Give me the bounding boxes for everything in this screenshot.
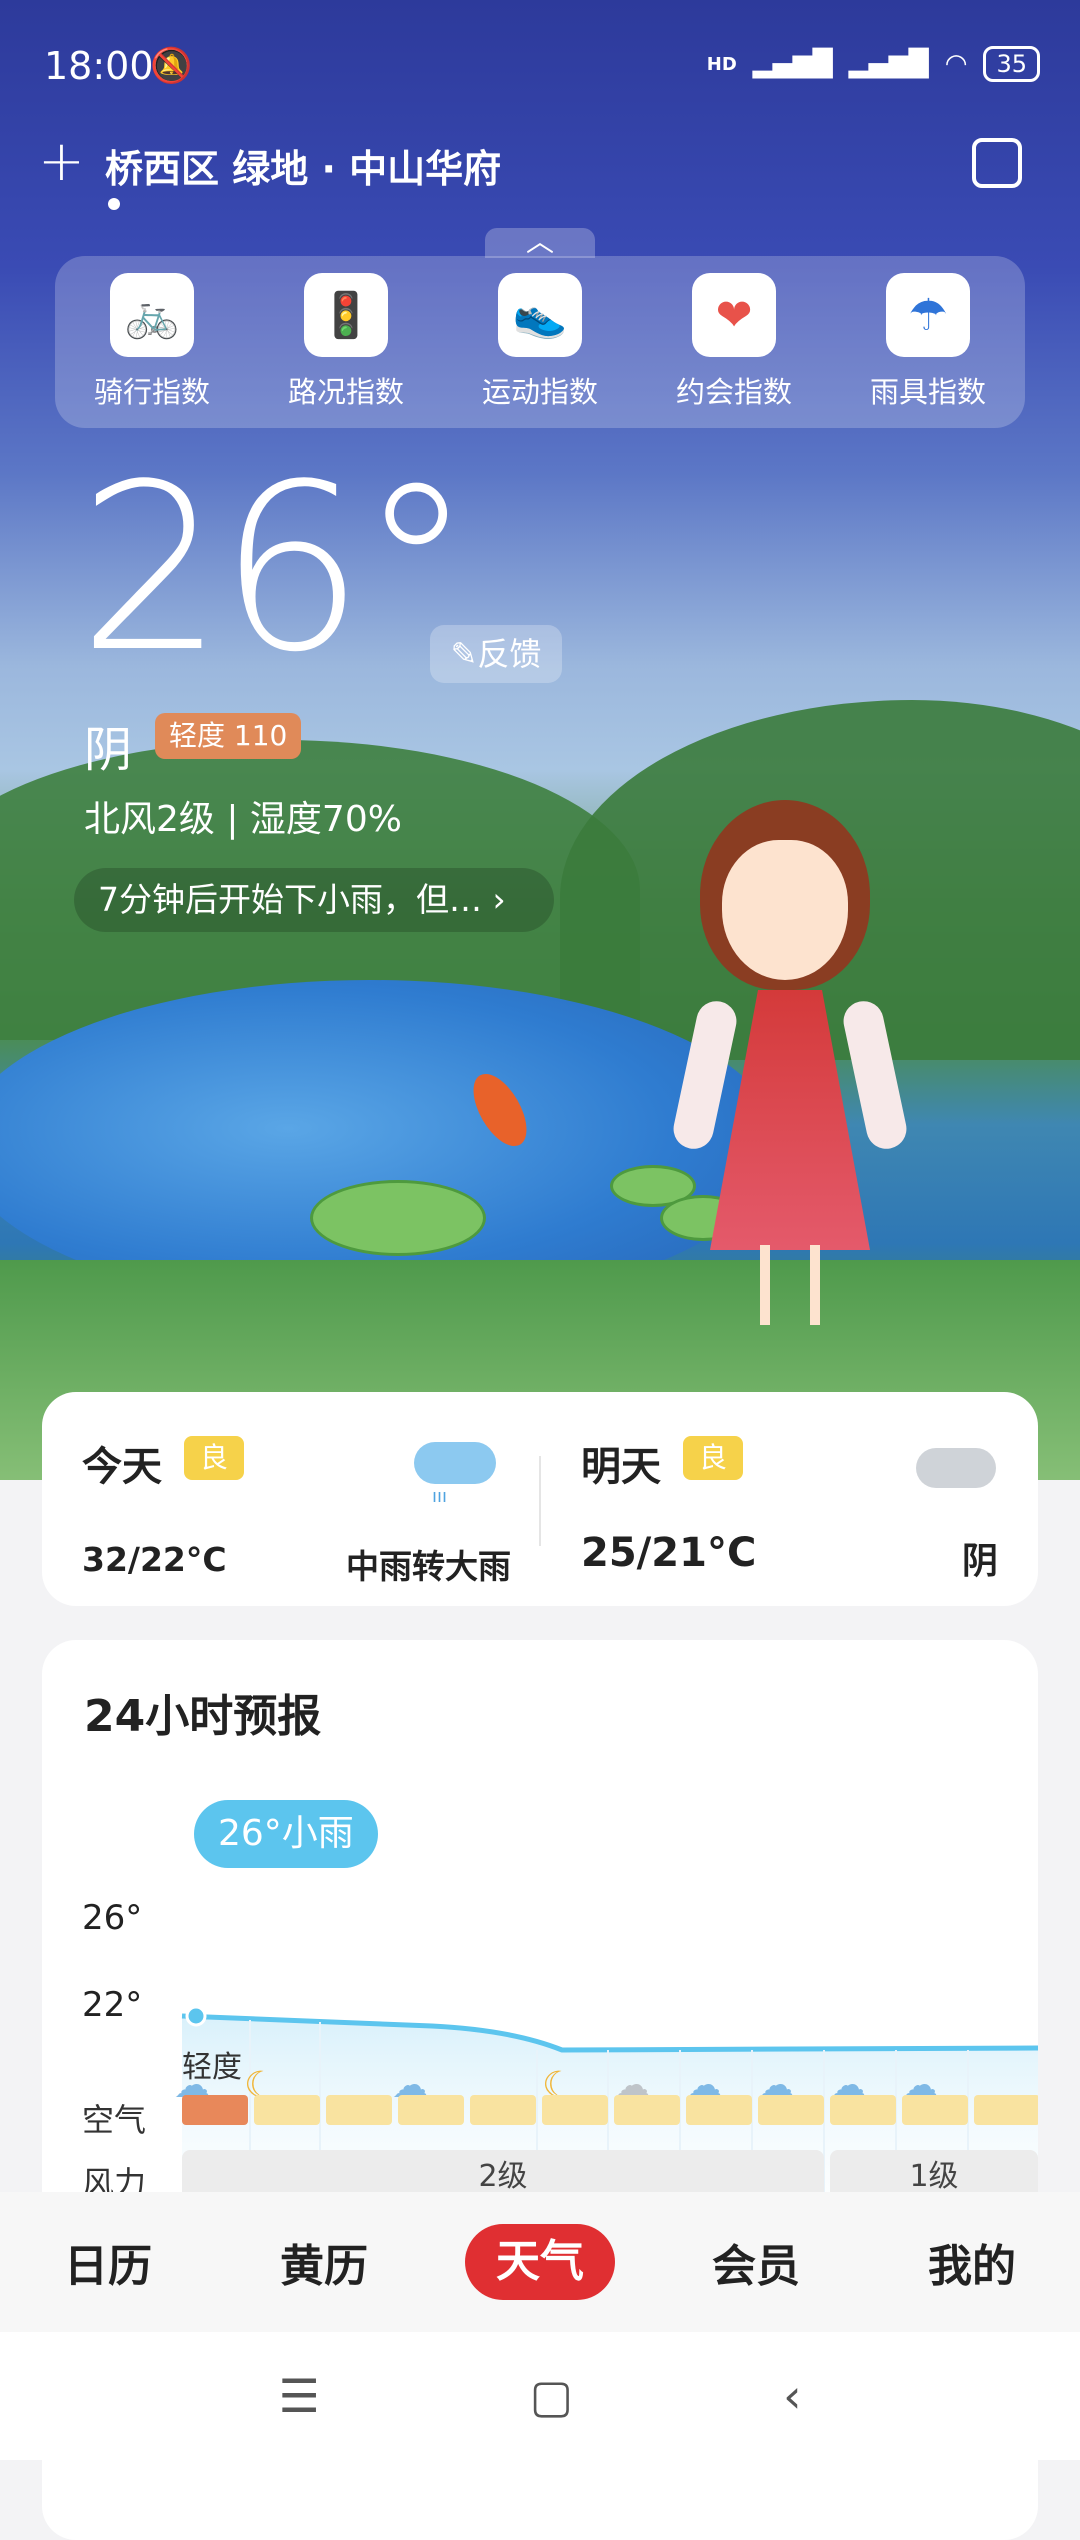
index-item-cycling[interactable]: 🚲 骑行指数 (67, 273, 237, 411)
mute-bell-icon: 🔕 (150, 46, 193, 86)
nav-weather[interactable]: 天气 (465, 2224, 615, 2300)
status-time: 18:00 (44, 44, 154, 88)
rain-alert-banner[interactable]: 7分钟后开始下小雨，但… › (74, 868, 554, 932)
nav-almanac[interactable]: 黄历 (249, 2230, 399, 2294)
menu-icon[interactable]: ☰ (278, 2369, 319, 2423)
current-hour-bubble: 26°小雨 (194, 1800, 378, 1868)
aqi-cell (182, 2095, 248, 2125)
back-icon[interactable]: ‹ (783, 2369, 801, 2423)
running-shoe-icon: 👟 (498, 273, 582, 357)
header: + 桥西区 绿地 · 中山华府 (0, 130, 1080, 220)
character-legs (760, 1245, 820, 1325)
aqi-cell (974, 2095, 1038, 2125)
index-item-date[interactable]: ❤ 约会指数 (649, 273, 819, 411)
current-condition: 阴 (84, 722, 133, 778)
today-label: 今天 (82, 1444, 162, 1490)
hd-label: HD (706, 53, 737, 75)
current-temperature: 26° (78, 436, 474, 703)
status-icons: HD ▂▄▆█ ▂▄▆█ ◠ 35 (707, 46, 1040, 82)
wifi-icon: ◠ (944, 49, 968, 79)
bottom-navigation: 日历 黄历 天气 会员 我的 (0, 2192, 1080, 2332)
aqi-cell (686, 2095, 752, 2125)
tomorrow-temp: 25/21°C (581, 1530, 757, 1576)
aqi-cell (398, 2095, 464, 2125)
aqi-badge[interactable]: 轻度 110 (155, 713, 302, 759)
aqi-cell (542, 2095, 608, 2125)
share-icon[interactable] (972, 138, 1022, 188)
wind-humidity: 北风2级 | 湿度70% (84, 799, 402, 840)
index-item-sport[interactable]: 👟 运动指数 (455, 273, 625, 411)
cloud-icon (916, 1442, 996, 1492)
aqi-cell (326, 2095, 392, 2125)
battery-icon: 35 (983, 46, 1040, 82)
index-label: 约会指数 (675, 375, 792, 409)
index-label: 路况指数 (287, 375, 404, 409)
aqi-cell (254, 2095, 320, 2125)
add-city-button[interactable]: + (38, 132, 85, 192)
today-temp: 32/22°C (82, 1540, 227, 1579)
life-index-panel: 🚲 骑行指数 🚦 路况指数 👟 运动指数 ❤ 约会指数 ☂ 雨具指数 (55, 256, 1025, 428)
index-item-umbrella[interactable]: ☂ 雨具指数 (843, 273, 1013, 411)
aqi-cell (614, 2095, 680, 2125)
page-indicator-dot (108, 198, 120, 210)
index-label: 雨具指数 (869, 375, 986, 409)
aqi-cell (758, 2095, 824, 2125)
y-axis-label-high: 26° (82, 1898, 143, 1938)
location-title[interactable]: 桥西区 绿地 · 中山华府 (105, 138, 501, 193)
umbrella-icon: ☂ (886, 273, 970, 357)
y-axis-label-low: 22° (82, 1985, 143, 2025)
current-hour-point (185, 2005, 207, 2027)
character-face (722, 840, 848, 980)
rain-cloud-icon: ııı (414, 1432, 496, 1507)
forecast-title: 24小时预报 (84, 1691, 322, 1742)
nav-calendar[interactable]: 日历 (33, 2230, 183, 2294)
index-label: 骑行指数 (93, 375, 210, 409)
bike-icon: 🚲 (110, 273, 194, 357)
tomorrow-condition: 阴 (961, 1541, 998, 1582)
daily-summary-card: 今天 良 ııı 32/22°C 中雨转大雨 明天 良 25/21°C 阴 (42, 1392, 1038, 1606)
feedback-button[interactable]: ✎反馈 (430, 625, 562, 683)
lily-pad (310, 1180, 486, 1256)
aqi-cell (470, 2095, 536, 2125)
status-bar: 18:00 🔕 HD ▂▄▆█ ▂▄▆█ ◠ 35 (0, 0, 1080, 130)
pencil-icon: ✎ (450, 635, 478, 673)
aqi-level-label: 轻度 (182, 2050, 242, 2085)
tomorrow-quality-badge: 良 (683, 1436, 744, 1480)
today-column[interactable]: 今天 良 ııı 32/22°C 中雨转大雨 (42, 1392, 539, 1606)
nav-membership[interactable]: 会员 (681, 2230, 831, 2294)
signal-icon: ▂▄▆█ (848, 49, 929, 79)
tomorrow-label: 明天 (581, 1444, 661, 1490)
today-condition: 中雨转大雨 (346, 1547, 511, 1586)
nav-profile[interactable]: 我的 (897, 2230, 1047, 2294)
collapse-chevron-icon[interactable]: ︿ (485, 228, 595, 258)
system-navigation-bar: ☰ ▢ ‹ (0, 2332, 1080, 2460)
feedback-label: 反馈 (477, 635, 542, 673)
index-item-traffic[interactable]: 🚦 路况指数 (261, 273, 431, 411)
signal-icon: ▂▄▆█ (752, 49, 833, 79)
aqi-cell (902, 2095, 968, 2125)
aqi-cell (830, 2095, 896, 2125)
home-icon[interactable]: ▢ (530, 2369, 573, 2423)
today-quality-badge: 良 (184, 1436, 245, 1480)
aqi-row-label: 空气 (82, 2101, 147, 2139)
traffic-light-icon: 🚦 (304, 273, 388, 357)
index-label: 运动指数 (481, 375, 598, 409)
heart-icon: ❤ (692, 273, 776, 357)
tomorrow-column[interactable]: 明天 良 25/21°C 阴 (541, 1392, 1038, 1606)
